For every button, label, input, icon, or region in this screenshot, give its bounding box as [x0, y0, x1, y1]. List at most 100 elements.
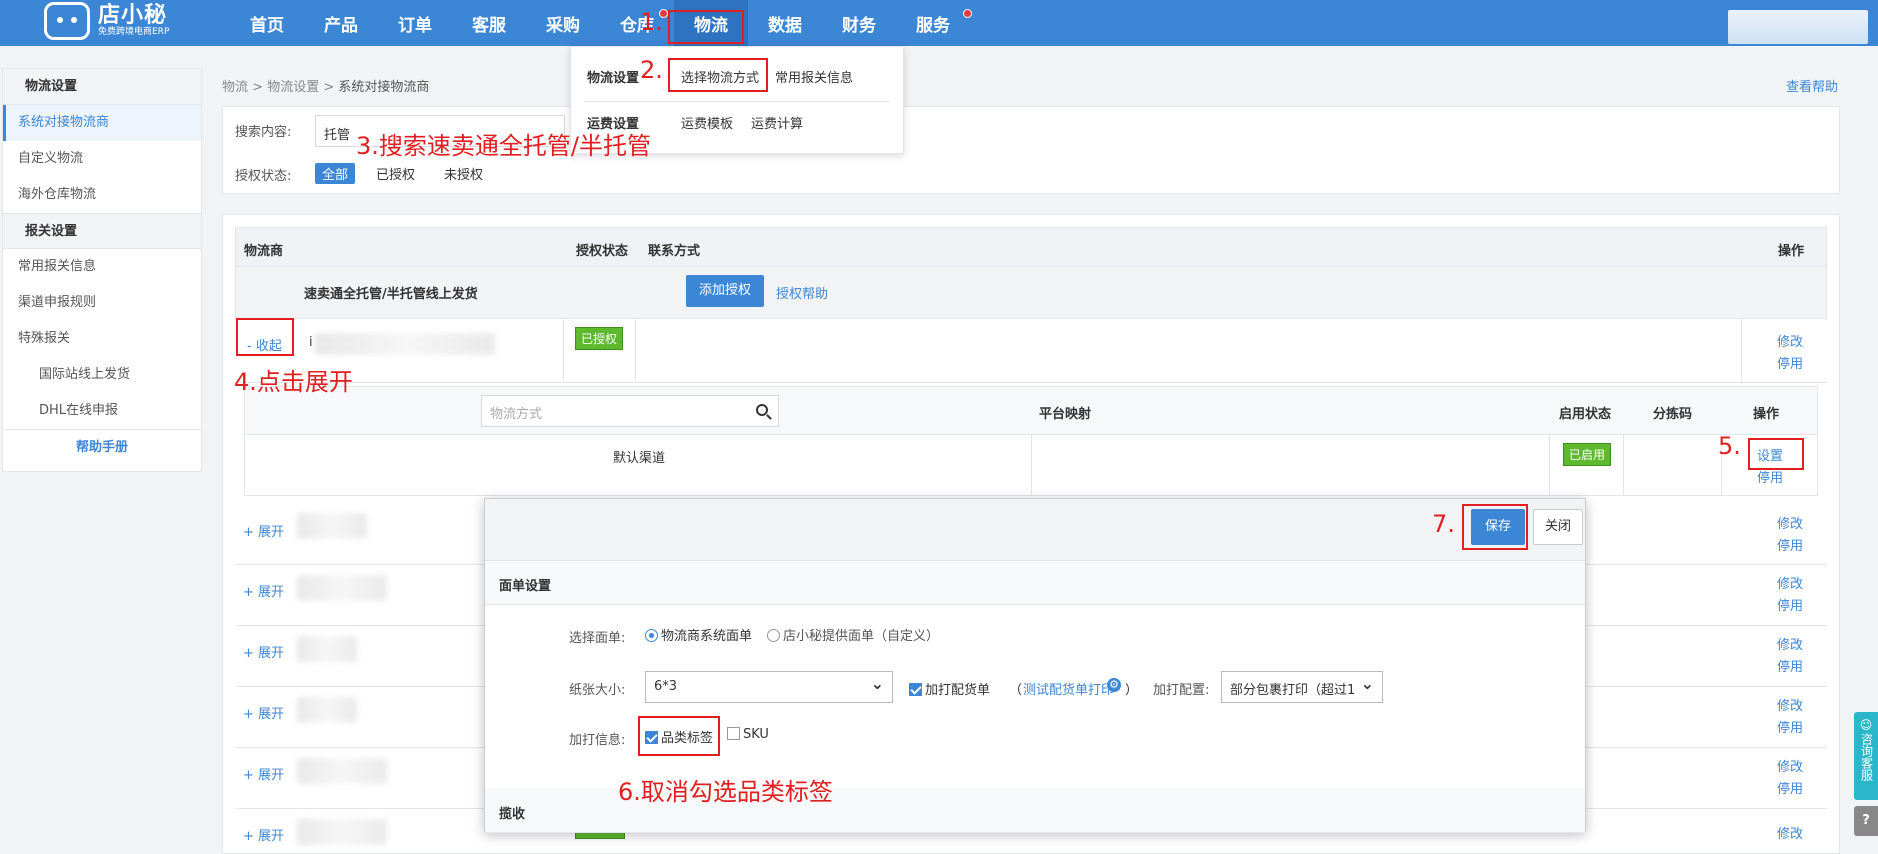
expand-toggle[interactable]: + 展开: [243, 825, 284, 844]
annotation-box-save: [1462, 504, 1528, 550]
nav-home[interactable]: 首页: [230, 0, 304, 46]
tab-all[interactable]: 全部: [315, 163, 356, 184]
robot-logo-icon: [44, 2, 90, 40]
auth-help-link[interactable]: 授权帮助: [776, 283, 828, 302]
annotation-step2: 2.: [640, 56, 663, 84]
checkbox-unchecked-icon: [727, 727, 740, 740]
pick-list-checkbox[interactable]: 加打配货单: [909, 679, 990, 698]
sidebar-item-intl-shipping[interactable]: 国际站线上发货: [3, 357, 201, 393]
nav-services[interactable]: 服务: [896, 0, 972, 46]
disable-link[interactable]: 停用: [1777, 778, 1803, 797]
expand-toggle[interactable]: + 展开: [243, 764, 284, 783]
tab-authorized[interactable]: 已授权: [369, 163, 422, 184]
blurred-account: [315, 333, 495, 355]
col-auth-status: 授权状态: [576, 244, 629, 259]
tab-unauthorized[interactable]: 未授权: [437, 163, 490, 184]
annotation-step1: 1.: [640, 8, 663, 36]
nav-purchase[interactable]: 采购: [526, 0, 600, 46]
breadcrumb-item[interactable]: 物流: [222, 80, 248, 95]
sidebar-item-system-carriers[interactable]: 系统对接物流商: [3, 105, 201, 141]
sidebar-item-dhl[interactable]: DHL在线申报: [3, 393, 201, 429]
search-icon[interactable]: [756, 404, 768, 416]
menu-item-freight-template[interactable]: 运费模板: [681, 113, 733, 132]
edit-link[interactable]: 修改: [1777, 513, 1803, 532]
annotation-step4: 4.点击展开: [234, 368, 353, 396]
print-config-select[interactable]: 部分包裹打印（超过1: [1221, 671, 1383, 703]
col-platform-mapping: 平台映射: [1039, 407, 1092, 422]
gear-icon[interactable]: ⚙: [1107, 678, 1121, 692]
disable-link[interactable]: 停用: [1777, 717, 1803, 736]
nav-products[interactable]: 产品: [304, 0, 378, 46]
channel-name: 默认渠道: [613, 451, 666, 466]
edit-link[interactable]: 修改: [1777, 331, 1803, 350]
blurred-account: [297, 575, 387, 601]
breadcrumb-item[interactable]: 物流设置: [267, 80, 319, 95]
radio-checked-icon: [645, 629, 658, 642]
col-enabled-status: 启用状态: [1559, 407, 1612, 422]
sidebar-group-logistics: 物流设置: [3, 69, 201, 105]
top-navbar: 店小秘 免费跨境电商ERP 首页 产品 订单 客服 采购 仓库 物流 数据 财务…: [0, 0, 1878, 46]
view-help-link[interactable]: 查看帮助: [1786, 76, 1838, 95]
nav-services-label: 服务: [916, 16, 950, 36]
breadcrumb: 物流 > 物流设置 > 系统对接物流商: [222, 76, 429, 95]
expand-toggle[interactable]: + 展开: [243, 521, 284, 540]
add-auth-button[interactable]: 添加授权: [686, 275, 764, 307]
radio-carrier-waybill[interactable]: 物流商系统面单: [645, 625, 752, 644]
paper-size-select[interactable]: 6*3: [645, 671, 893, 703]
annotation-box-select-logistics: [668, 58, 768, 92]
nav-finance[interactable]: 财务: [822, 0, 896, 46]
sidebar-item-overseas-warehouse[interactable]: 海外仓库物流: [3, 177, 201, 213]
blurred-account: [297, 636, 357, 662]
nav-orders[interactable]: 订单: [378, 0, 452, 46]
sidebar-item-special-customs[interactable]: 特殊报关: [3, 321, 201, 357]
disable-link[interactable]: 停用: [1777, 535, 1803, 554]
edit-link[interactable]: 修改: [1777, 573, 1803, 592]
carrier-group-name: 速卖通全托管/半托管线上发货: [304, 287, 478, 302]
sku-label: SKU: [743, 727, 769, 742]
sidebar-item-custom-logistics[interactable]: 自定义物流: [3, 141, 201, 177]
disable-link[interactable]: 停用: [1777, 353, 1803, 372]
authorized-badge: 已授权: [575, 327, 624, 350]
radio-unchecked-icon: [767, 629, 780, 642]
disable-link[interactable]: 停用: [1777, 656, 1803, 675]
sidebar-help-manual[interactable]: 帮助手册: [3, 429, 201, 465]
carrier-group-row: 速卖通全托管/半托管线上发货 添加授权 授权帮助: [235, 267, 1827, 319]
user-menu[interactable]: [1728, 10, 1868, 44]
annotation-step5: 5.: [1718, 432, 1741, 460]
edit-link[interactable]: 修改: [1777, 823, 1803, 842]
col-actions: 操作: [1778, 244, 1805, 259]
menu-item-customs-info[interactable]: 常用报关信息: [775, 67, 853, 86]
expand-toggle[interactable]: + 展开: [243, 703, 284, 722]
enabled-badge: 已启用: [1563, 443, 1612, 466]
test-pick-list-link[interactable]: 测试配货单打印: [1023, 679, 1114, 698]
breadcrumb-current: 系统对接物流商: [338, 80, 430, 95]
blurred-account: [297, 758, 387, 784]
edit-link[interactable]: 修改: [1777, 695, 1803, 714]
radio-custom-waybill[interactable]: 店小秘提供面单（自定义）: [767, 625, 939, 644]
sku-checkbox[interactable]: SKU: [727, 727, 769, 742]
nav-service[interactable]: 客服: [452, 0, 526, 46]
expand-toggle[interactable]: + 展开: [243, 642, 284, 661]
search-label: 搜索内容:: [235, 125, 292, 140]
edit-link[interactable]: 修改: [1777, 634, 1803, 653]
sidebar-item-channel-rules[interactable]: 渠道申报规则: [3, 285, 201, 321]
menu-item-freight-calc[interactable]: 运费计算: [751, 113, 803, 132]
subtable-header: 物流方式 平台映射 启用状态 分拣码 操作: [245, 387, 1817, 435]
channel-search-input[interactable]: 物流方式: [481, 395, 779, 427]
annotation-step7: 7.: [1432, 510, 1455, 538]
sidebar-item-customs-info[interactable]: 常用报关信息: [3, 249, 201, 285]
paren-close: ）: [1125, 683, 1139, 698]
logo[interactable]: 店小秘 免费跨境电商ERP: [44, 2, 169, 40]
dropdown-group-logistics: 物流设置: [587, 71, 640, 86]
consult-service-widget[interactable]: ☺ 咨询客服: [1854, 712, 1878, 800]
logo-subtitle: 免费跨境电商ERP: [98, 27, 170, 38]
help-question-icon[interactable]: ?: [1854, 806, 1878, 836]
edit-link[interactable]: 修改: [1777, 756, 1803, 775]
extra-info-label: 加打信息:: [569, 733, 626, 748]
close-button[interactable]: 关闭: [1533, 509, 1583, 545]
disable-link[interactable]: 停用: [1777, 595, 1803, 614]
table-header: 物流商 授权状态 联系方式 操作: [235, 227, 1827, 267]
col-contact: 联系方式: [648, 244, 701, 259]
expand-toggle[interactable]: + 展开: [243, 581, 284, 600]
nav-data[interactable]: 数据: [748, 0, 822, 46]
